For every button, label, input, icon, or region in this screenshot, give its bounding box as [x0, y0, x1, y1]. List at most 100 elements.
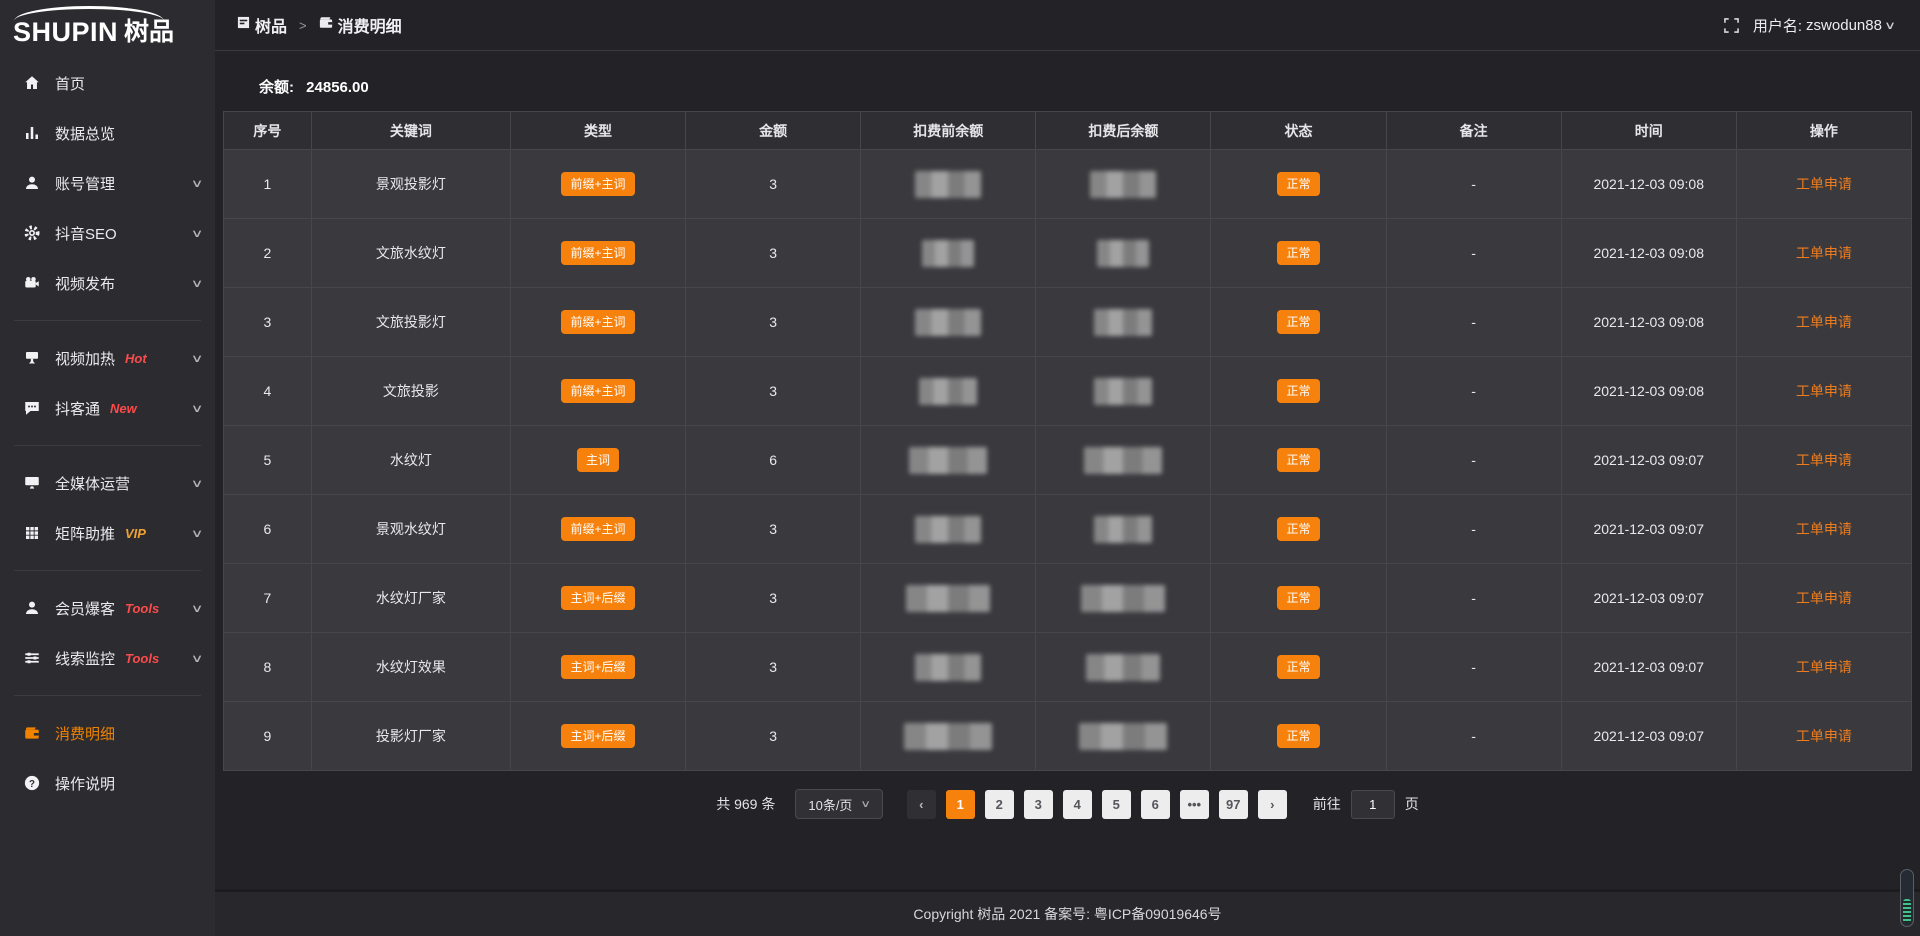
sidebar-item-instructions[interactable]: ? 操作说明 [0, 758, 215, 808]
type-badge: 主词 [577, 448, 619, 472]
cell-keyword: 水纹灯厂家 [311, 564, 510, 633]
sidebar-divider [14, 320, 201, 321]
sliders-icon [22, 649, 41, 668]
sidebar-item-douyin-seo[interactable]: 抖音SEO ∨ [0, 208, 215, 258]
page-button[interactable]: 97 [1219, 790, 1248, 819]
page-ellipsis-button[interactable]: ••• [1180, 790, 1209, 819]
sidebar-item-video-heat[interactable]: 视频加热 Hot ∨ [0, 333, 215, 383]
app: SHUPIN 树品 首页 数据总览 账号管理 ∨ [0, 0, 1920, 936]
page-button[interactable]: 4 [1063, 790, 1092, 819]
cell-balance-before [861, 702, 1036, 771]
cell-keyword: 景观水纹灯 [311, 495, 510, 564]
sidebar-item-account[interactable]: 账号管理 ∨ [0, 158, 215, 208]
breadcrumb-current[interactable]: 消费明细 [319, 13, 402, 37]
cell-type: 前缀+主词 [510, 357, 685, 426]
sidebar-item-matrix-boost[interactable]: 矩阵助推 VIP ∨ [0, 508, 215, 558]
work-order-link[interactable]: 工单申请 [1796, 314, 1852, 330]
page-button[interactable]: 1 [946, 790, 975, 819]
table-row: 8 水纹灯效果 主词+后缀 3 正常 - 2021-12-03 09:07 工单… [224, 633, 1912, 702]
table-row: 4 文旅投影 前缀+主词 3 正常 - 2021-12-03 09:08 工单申… [224, 357, 1912, 426]
type-badge: 主词+后缀 [561, 724, 634, 748]
page-button[interactable]: 2 [985, 790, 1014, 819]
table-header-row: 序号 关键词 类型 金额 扣费前余额 扣费后余额 状态 备注 时间 操作 [224, 112, 1912, 150]
work-order-link[interactable]: 工单申请 [1796, 521, 1852, 537]
page-size-select[interactable]: 10条/页 ∨ [795, 789, 882, 819]
table-row: 5 水纹灯 主词 6 正常 - 2021-12-03 09:07 工单申请 [224, 426, 1912, 495]
fullscreen-icon[interactable] [1724, 18, 1739, 33]
sidebar-divider [14, 695, 201, 696]
sidebar-item-omni-media[interactable]: 全媒体运营 ∨ [0, 458, 215, 508]
redacted-value [1097, 240, 1149, 267]
redacted-value [1081, 585, 1165, 612]
sidebar-item-label: 抖客通 [55, 398, 100, 419]
work-order-link[interactable]: 工单申请 [1796, 245, 1852, 261]
cell-balance-after [1036, 426, 1211, 495]
wallet-icon [22, 724, 41, 743]
home-icon [22, 74, 41, 93]
cell-index: 9 [224, 702, 312, 771]
status-badge: 正常 [1277, 379, 1319, 403]
scroll-widget[interactable] [1900, 869, 1914, 927]
redacted-value [1086, 654, 1160, 681]
cell-index: 7 [224, 564, 312, 633]
page-button[interactable]: 6 [1141, 790, 1170, 819]
cell-note: - [1386, 426, 1561, 495]
next-page-button[interactable]: › [1258, 790, 1287, 819]
cell-amount: 3 [686, 150, 861, 219]
redacted-value [1094, 309, 1152, 336]
cell-type: 主词+后缀 [510, 702, 685, 771]
sidebar-item-data-overview[interactable]: 数据总览 [0, 108, 215, 158]
table-row: 1 景观投影灯 前缀+主词 3 正常 - 2021-12-03 09:08 工单… [224, 150, 1912, 219]
cell-time: 2021-12-03 09:08 [1561, 288, 1736, 357]
cell-status: 正常 [1211, 357, 1386, 426]
work-order-link[interactable]: 工单申请 [1796, 728, 1852, 744]
sidebar-item-video-publish[interactable]: 视频发布 ∨ [0, 258, 215, 308]
page-button[interactable]: 5 [1102, 790, 1131, 819]
status-badge: 正常 [1277, 724, 1319, 748]
logo-arc [14, 6, 164, 21]
topbar-right: 用户名: zswodun88 ∨ [1724, 15, 1894, 36]
work-order-link[interactable]: 工单申请 [1796, 452, 1852, 468]
table-row: 6 景观水纹灯 前缀+主词 3 正常 - 2021-12-03 09:07 工单… [224, 495, 1912, 564]
goto-page-input[interactable] [1351, 790, 1395, 819]
cell-status: 正常 [1211, 702, 1386, 771]
sidebar-item-lead-monitor[interactable]: 线索监控 Tools ∨ [0, 633, 215, 683]
work-order-link[interactable]: 工单申请 [1796, 176, 1852, 192]
cell-status: 正常 [1211, 564, 1386, 633]
redacted-value [922, 240, 974, 267]
sidebar-nav: 首页 数据总览 账号管理 ∨ 抖音SEO ∨ [0, 54, 215, 936]
cell-balance-before [861, 288, 1036, 357]
breadcrumb-home[interactable]: 树品 [237, 13, 287, 37]
sidebar-item-home[interactable]: 首页 [0, 58, 215, 108]
cell-balance-after [1036, 357, 1211, 426]
sidebar-item-consumption-detail[interactable]: 消费明细 [0, 708, 215, 758]
work-order-link[interactable]: 工单申请 [1796, 383, 1852, 399]
work-order-link[interactable]: 工单申请 [1796, 659, 1852, 675]
user-menu[interactable]: 用户名: zswodun88 ∨ [1753, 15, 1894, 36]
tools-tag: Tools [125, 651, 159, 666]
redacted-value [1079, 723, 1167, 750]
status-badge: 正常 [1277, 172, 1319, 196]
question-circle-icon: ? [22, 774, 41, 793]
header-note: 备注 [1386, 112, 1561, 150]
cell-type: 前缀+主词 [510, 219, 685, 288]
cell-balance-after [1036, 564, 1211, 633]
page-button[interactable]: 3 [1024, 790, 1053, 819]
cell-action: 工单申请 [1736, 357, 1911, 426]
goto-suffix: 页 [1405, 794, 1419, 814]
cell-time: 2021-12-03 09:08 [1561, 219, 1736, 288]
cell-time: 2021-12-03 09:07 [1561, 633, 1736, 702]
sidebar-item-douketong[interactable]: 抖客通 New ∨ [0, 383, 215, 433]
svg-text:?: ? [29, 779, 35, 790]
chevron-down-icon: ∨ [1884, 19, 1896, 32]
work-order-link[interactable]: 工单申请 [1796, 590, 1852, 606]
cell-balance-after [1036, 219, 1211, 288]
header-balance-after: 扣费后余额 [1036, 112, 1211, 150]
status-badge: 正常 [1277, 310, 1319, 334]
cell-note: - [1386, 288, 1561, 357]
cell-status: 正常 [1211, 288, 1386, 357]
sidebar-item-member-baoke[interactable]: 会员爆客 Tools ∨ [0, 583, 215, 633]
redacted-value [906, 585, 990, 612]
prev-page-button[interactable]: ‹ [907, 790, 936, 819]
chevron-right-icon: › [1270, 797, 1274, 812]
